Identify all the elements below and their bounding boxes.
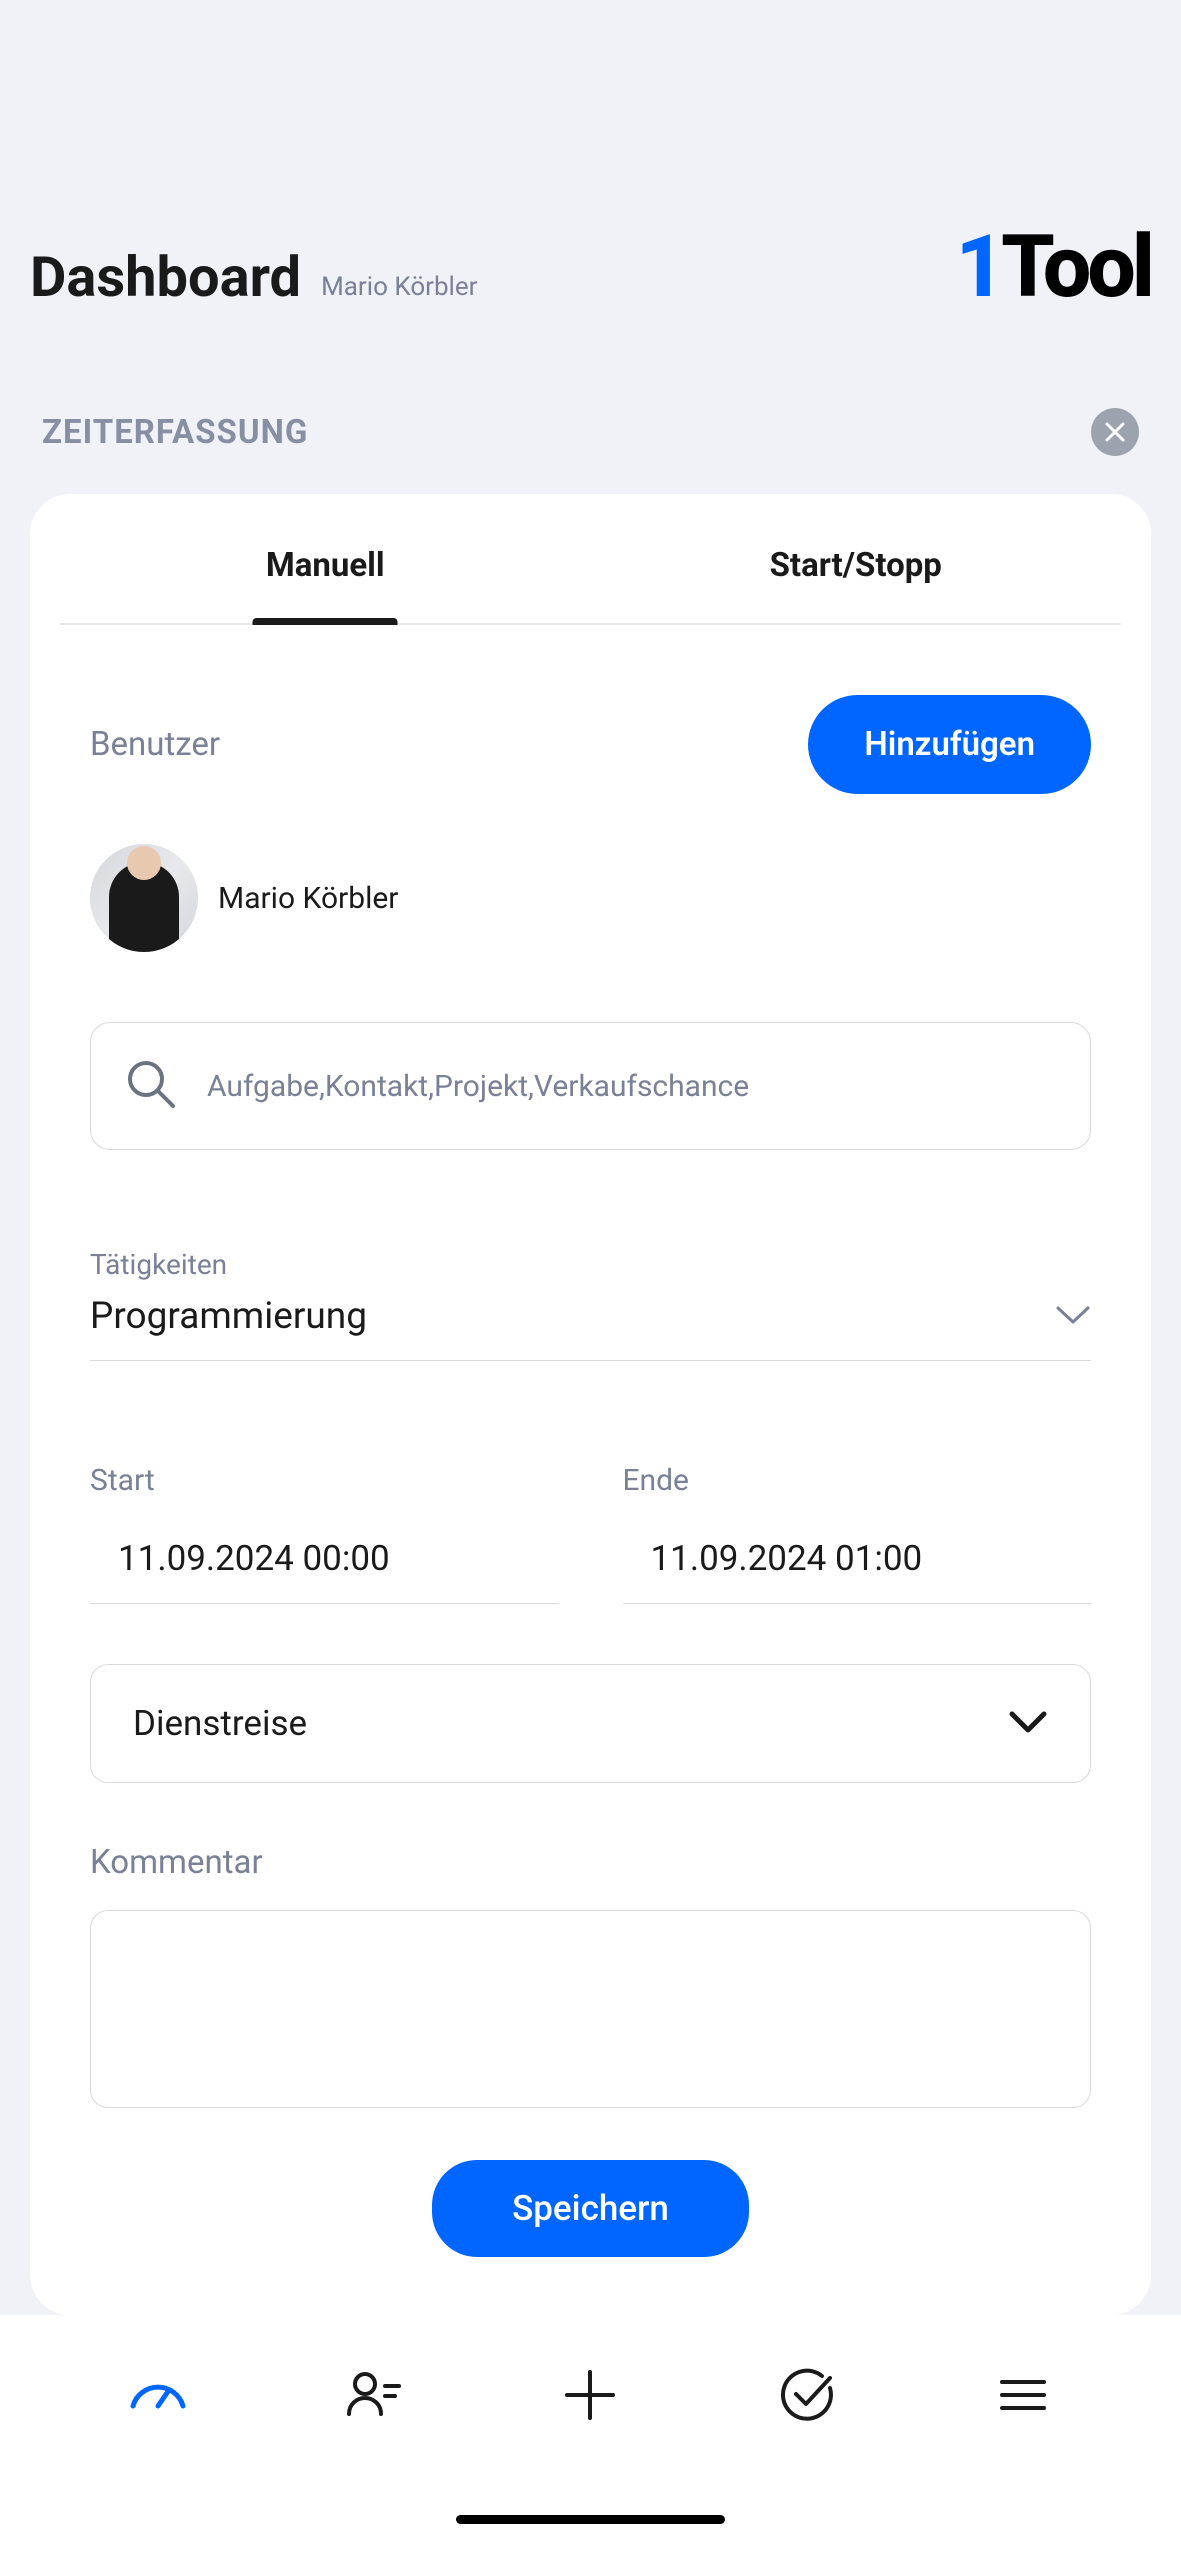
menu-icon	[992, 2364, 1054, 2426]
nav-tasks[interactable]	[775, 2363, 839, 2427]
start-value: 11.09.2024 00:00	[90, 1538, 559, 1604]
trip-value: Dienstreise	[133, 1703, 307, 1744]
chevron-down-icon	[1008, 1710, 1048, 1738]
user-row: Benutzer Hinzufügen	[90, 695, 1091, 794]
search-input[interactable]	[207, 1069, 1056, 1104]
comment-group: Kommentar	[90, 1843, 1091, 2112]
save-button[interactable]: Speichern	[432, 2160, 749, 2257]
nav-menu[interactable]	[991, 2363, 1055, 2427]
start-field[interactable]: Start 11.09.2024 00:00	[90, 1463, 559, 1604]
tab-startstop[interactable]: Start/Stopp	[591, 494, 1122, 623]
header: Dashboard Mario Körbler 1Tool	[0, 0, 1181, 346]
end-value: 11.09.2024 01:00	[623, 1538, 1092, 1604]
chevron-down-icon	[1055, 1305, 1091, 1329]
avatar	[90, 844, 198, 952]
nav-add[interactable]	[558, 2363, 622, 2427]
selected-user-name: Mario Körbler	[218, 881, 398, 916]
gauge-icon	[127, 2364, 189, 2426]
time-tracking-card: Manuell Start/Stopp Benutzer Hinzufügen …	[30, 494, 1151, 2315]
trip-select[interactable]: Dienstreise	[90, 1664, 1091, 1783]
logo-one: 1	[955, 216, 1001, 317]
logo: 1Tool	[955, 224, 1151, 310]
comment-input[interactable]	[90, 1910, 1091, 2108]
close-icon	[1091, 408, 1139, 456]
plus-icon	[559, 2364, 621, 2426]
header-left: Dashboard Mario Körbler	[30, 244, 477, 310]
section-header: ZEITERFASSUNG	[0, 346, 1181, 480]
logo-tool: Tool	[1001, 216, 1151, 317]
close-button[interactable]	[1091, 408, 1139, 456]
start-label: Start	[90, 1463, 559, 1498]
home-indicator-area	[0, 2515, 1181, 2560]
datetime-row: Start 11.09.2024 00:00 Ende 11.09.2024 0…	[90, 1463, 1091, 1604]
tab-manual[interactable]: Manuell	[60, 494, 591, 623]
person-icon	[343, 2364, 405, 2426]
home-indicator[interactable]	[456, 2515, 725, 2524]
page-title: Dashboard	[30, 244, 301, 310]
bottom-nav	[0, 2315, 1181, 2515]
search-icon	[125, 1058, 177, 1114]
nav-dashboard[interactable]	[126, 2363, 190, 2427]
activity-label: Tätigkeiten	[90, 1248, 1091, 1281]
activity-field[interactable]: Tätigkeiten Programmierung	[90, 1248, 1091, 1361]
user-entry[interactable]: Mario Körbler	[90, 844, 1091, 952]
nav-contacts[interactable]	[342, 2363, 406, 2427]
search-field[interactable]	[90, 1022, 1091, 1150]
header-username: Mario Körbler	[321, 272, 477, 302]
check-circle-icon	[776, 2364, 838, 2426]
comment-label: Kommentar	[90, 1843, 1091, 1882]
avatar-person-icon	[109, 862, 179, 952]
tabs: Manuell Start/Stopp	[60, 494, 1121, 625]
add-user-button[interactable]: Hinzufügen	[808, 695, 1091, 794]
end-label: Ende	[623, 1463, 1092, 1498]
user-label: Benutzer	[90, 725, 220, 764]
section-title: ZEITERFASSUNG	[42, 413, 308, 452]
activity-value: Programmierung	[90, 1295, 367, 1338]
form-body: Benutzer Hinzufügen Mario Körbler	[30, 625, 1151, 2315]
end-field[interactable]: Ende 11.09.2024 01:00	[623, 1463, 1092, 1604]
